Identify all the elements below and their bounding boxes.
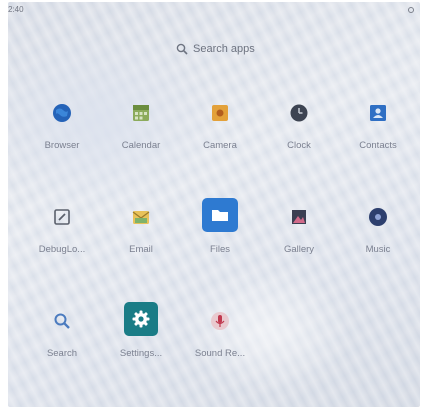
app-email[interactable]: Email [102, 194, 180, 264]
app-drawer-screen: 2:40 Search apps Browser Calendar Camera… [8, 2, 420, 407]
app-label: Search [46, 348, 78, 359]
app-contacts[interactable]: Contacts [339, 90, 417, 160]
app-label: Sound Re... [194, 348, 246, 359]
app-label: Calendar [121, 140, 161, 151]
app-sound-recorder[interactable]: Sound Re... [181, 298, 259, 368]
app-search[interactable]: Search [23, 298, 101, 368]
email-icon [126, 202, 156, 232]
camera-icon [205, 98, 235, 128]
calendar-icon [126, 98, 156, 128]
app-label: Browser [44, 140, 80, 151]
app-calendar[interactable]: Calendar [102, 90, 180, 160]
globe-icon [47, 98, 77, 128]
app-label: Contacts [359, 140, 397, 151]
app-label: DebugLo... [38, 244, 86, 255]
gallery-icon [284, 202, 314, 232]
contacts-icon [363, 98, 393, 128]
app-camera[interactable]: Camera [181, 90, 259, 160]
app-label: Settings... [119, 348, 163, 359]
app-browser[interactable]: Browser [23, 90, 101, 160]
status-time: 2:40 [8, 5, 24, 14]
app-label: Camera [203, 140, 237, 151]
magnifier-icon [47, 306, 77, 336]
clock-icon [284, 98, 314, 128]
app-label: Music [365, 244, 391, 255]
app-label: Files [209, 244, 231, 255]
app-clock[interactable]: Clock [260, 90, 338, 160]
app-gallery[interactable]: Gallery [260, 194, 338, 264]
status-indicator-icon [408, 7, 414, 13]
app-label: Email [129, 244, 153, 255]
app-files[interactable]: Files [181, 194, 259, 264]
folder-icon [202, 198, 238, 232]
app-debuglog[interactable]: DebugLo... [23, 194, 101, 264]
app-music[interactable]: Music [339, 194, 417, 264]
gear-icon [124, 302, 158, 336]
app-settings[interactable]: Settings... [102, 298, 180, 368]
search-icon [176, 43, 188, 55]
app-label: Gallery [283, 244, 315, 255]
microphone-icon [205, 306, 235, 336]
music-icon [363, 202, 393, 232]
search-placeholder: Search apps [193, 43, 255, 55]
search-apps-bar[interactable]: Search apps [176, 40, 255, 58]
debug-log-icon [47, 202, 77, 232]
app-label: Clock [287, 140, 311, 151]
